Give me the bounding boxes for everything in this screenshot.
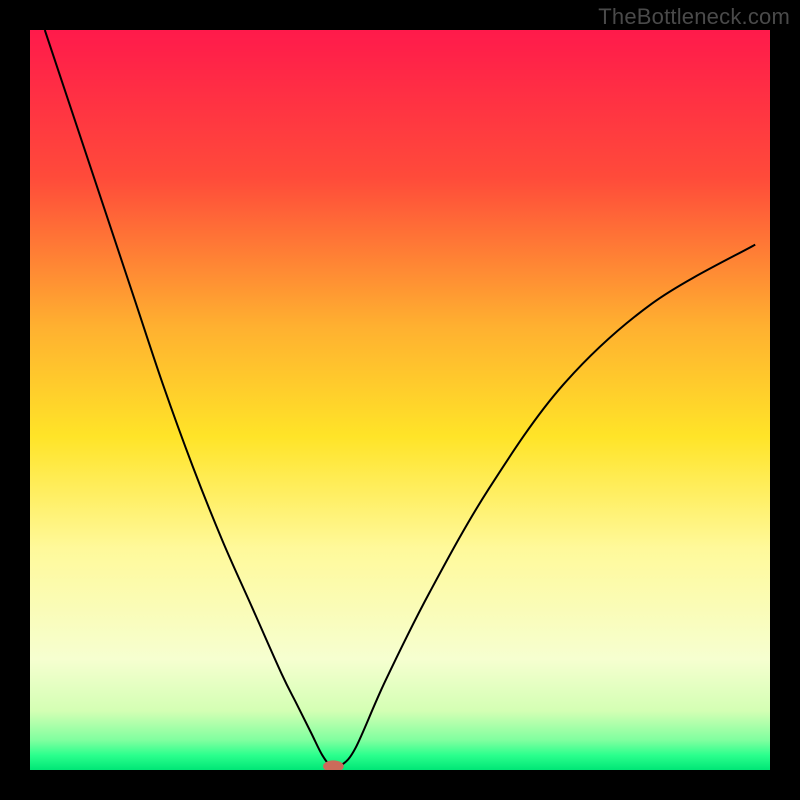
- chart-svg: [30, 30, 770, 770]
- plot-area: [30, 30, 770, 770]
- chart-container: TheBottleneck.com: [0, 0, 800, 800]
- watermark-text: TheBottleneck.com: [598, 4, 790, 30]
- chart-background: [30, 30, 770, 770]
